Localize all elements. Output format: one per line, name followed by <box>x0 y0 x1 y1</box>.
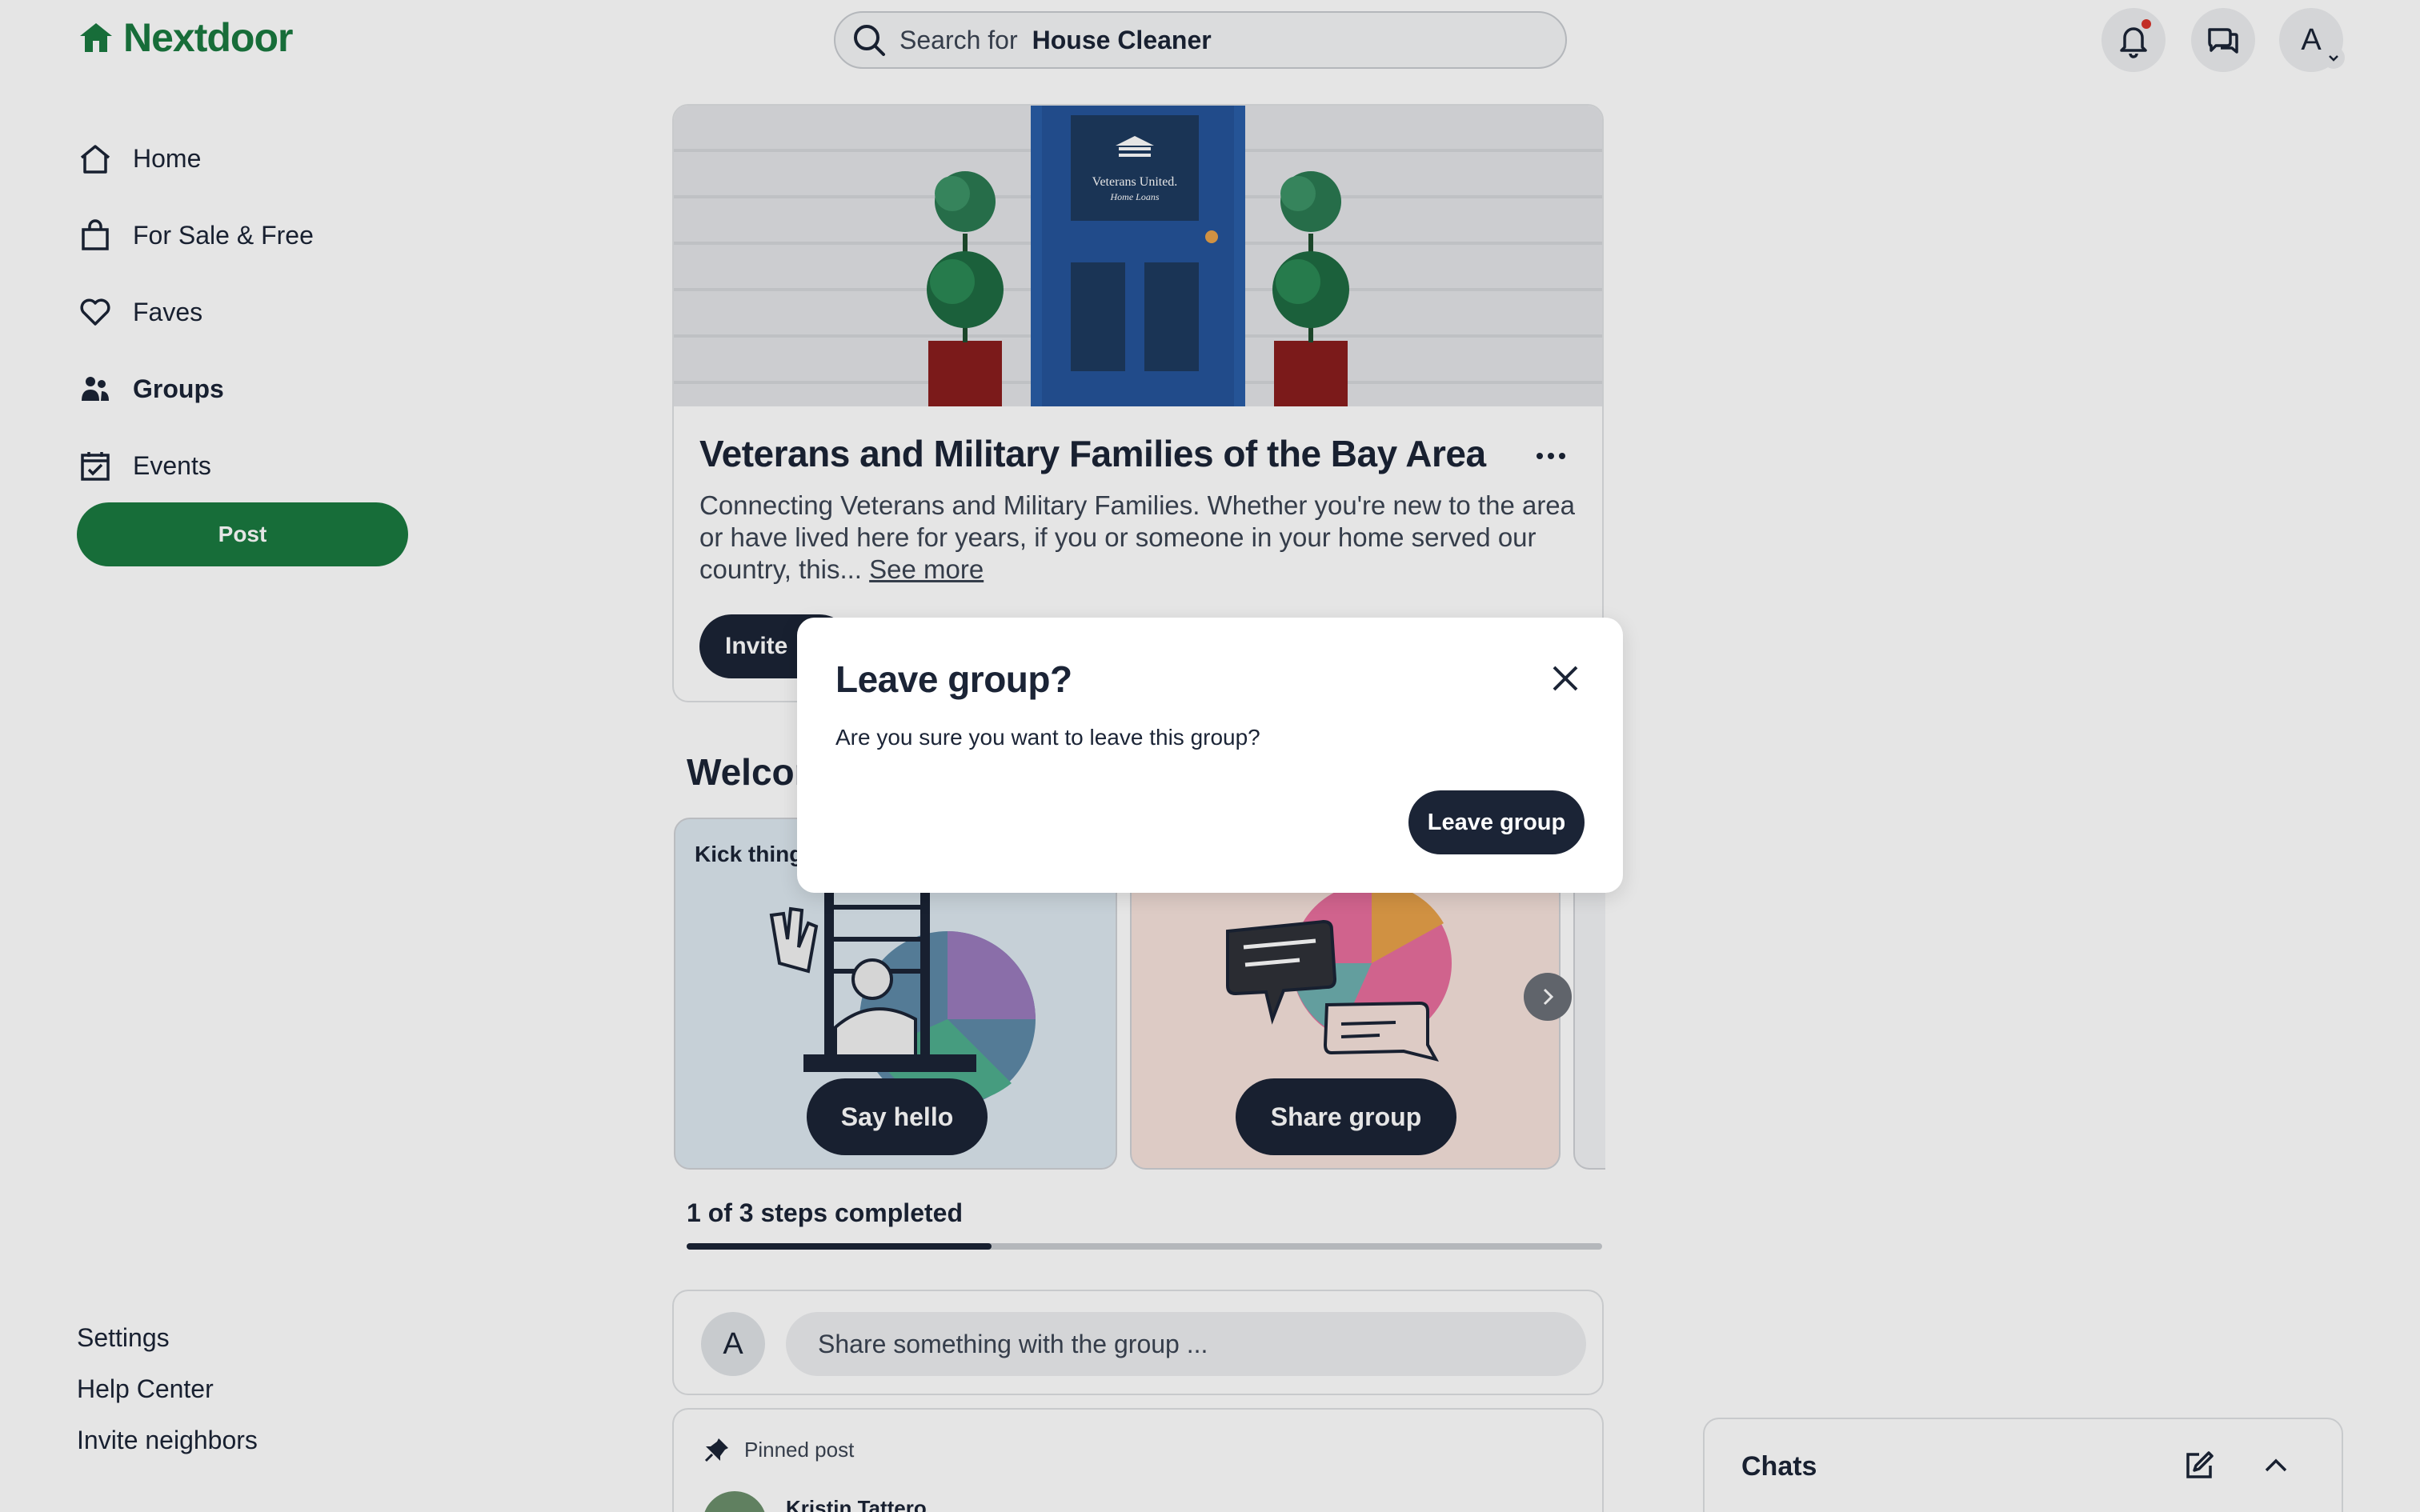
dialog-message: Are you sure you want to leave this grou… <box>835 725 1260 750</box>
leave-group-dialog: Leave group? Are you sure you want to le… <box>797 618 1623 893</box>
close-dialog-button[interactable] <box>1543 656 1588 701</box>
close-icon <box>1553 666 1578 691</box>
leave-group-button[interactable]: Leave group <box>1408 790 1585 854</box>
dialog-title: Leave group? <box>835 658 1072 700</box>
